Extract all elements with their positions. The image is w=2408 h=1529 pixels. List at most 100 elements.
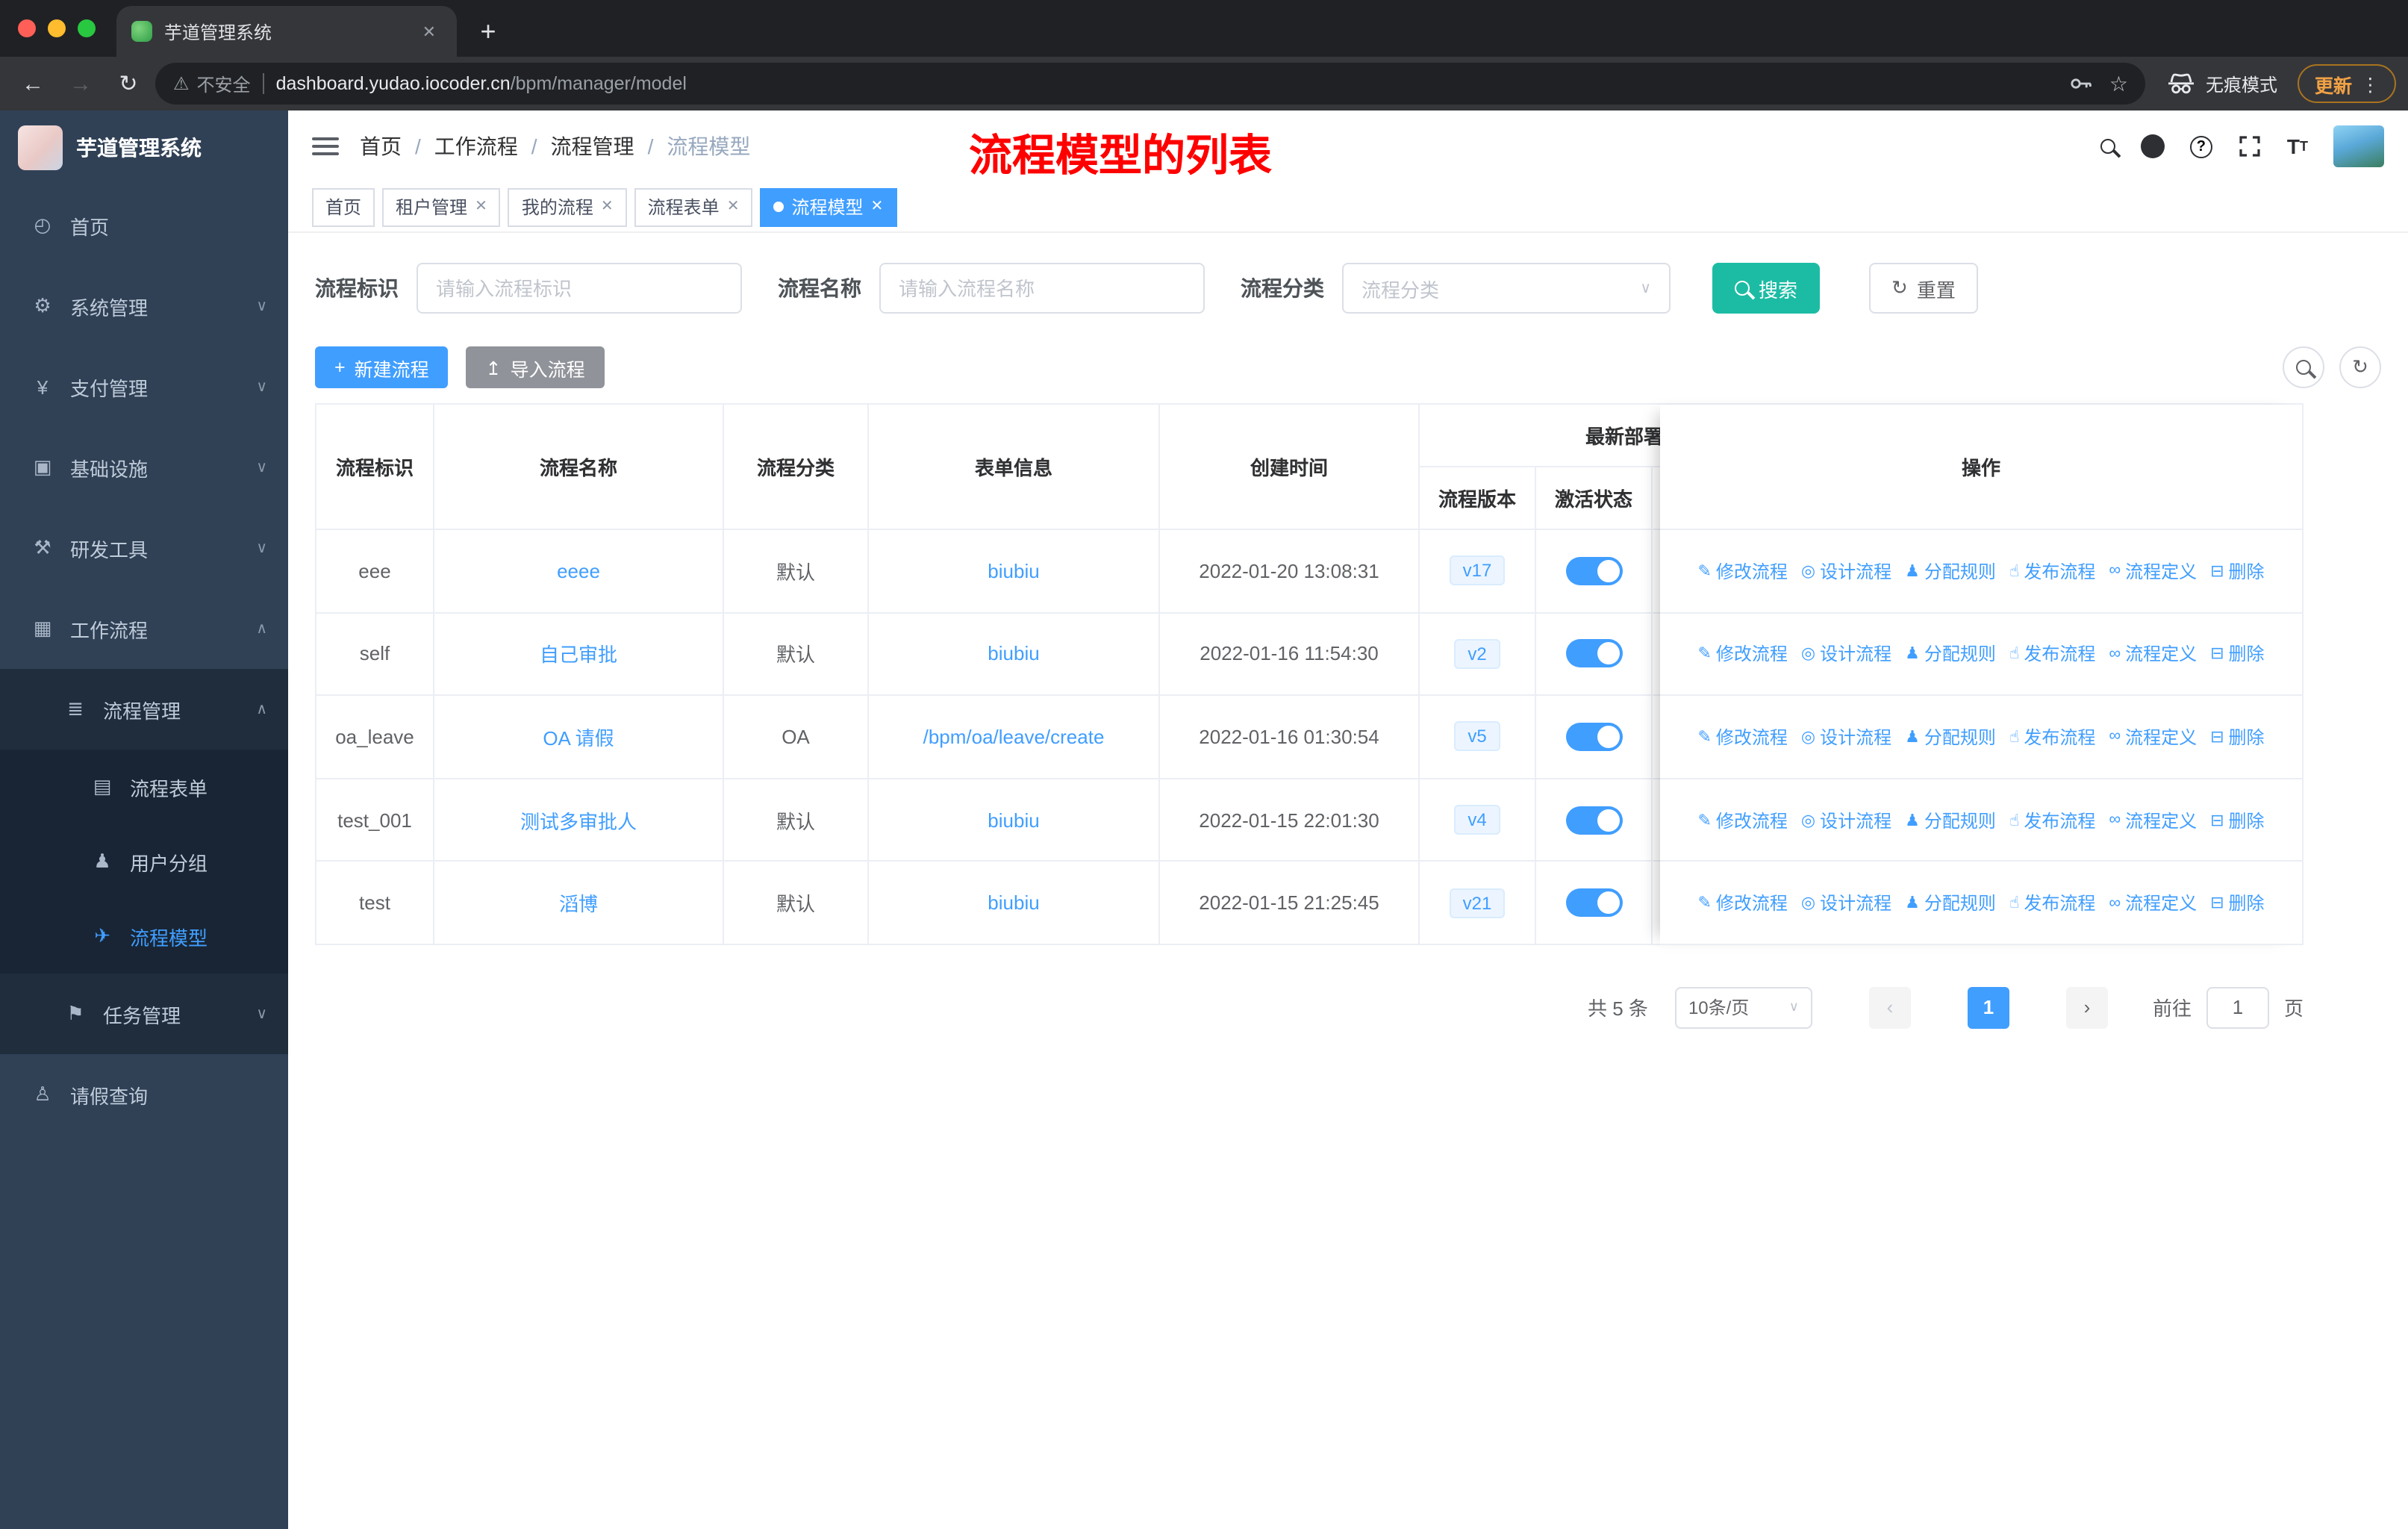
page-size-select[interactable]: 10条/页 ∨	[1674, 986, 1812, 1029]
sidebar-item-user-group[interactable]: ♟ 用户分组	[0, 824, 288, 899]
close-icon[interactable]: ✕	[727, 199, 740, 215]
edit-process-link[interactable]: ✎ 修改流程	[1697, 890, 1787, 915]
edit-process-link[interactable]: ✎ 修改流程	[1697, 558, 1787, 584]
create-process-button[interactable]: + 新建流程	[315, 346, 449, 388]
edit-process-link[interactable]: ✎ 修改流程	[1697, 724, 1787, 750]
active-toggle[interactable]	[1565, 556, 1622, 585]
browser-tab[interactable]: 芋道管理系统 ✕	[116, 6, 457, 57]
reload-button[interactable]: ↻	[107, 63, 149, 105]
logo-row[interactable]: 芋道管理系统	[0, 110, 288, 185]
active-toggle[interactable]	[1565, 639, 1622, 668]
minimize-window-button[interactable]	[48, 19, 66, 37]
edit-process-link[interactable]: ✎ 修改流程	[1697, 807, 1787, 832]
design-process-link[interactable]: ◎ 设计流程	[1801, 558, 1891, 584]
process-id-input[interactable]	[417, 263, 742, 314]
next-page-button[interactable]: ›	[2065, 986, 2108, 1029]
process-definition-link[interactable]: ∞ 流程定义	[2109, 558, 2197, 584]
design-process-link[interactable]: ◎ 设计流程	[1801, 641, 1891, 667]
refresh-button[interactable]: ↻	[2339, 346, 2381, 388]
category-select[interactable]: 流程分类 ∨	[1342, 263, 1671, 314]
prev-page-button[interactable]: ‹	[1868, 986, 1911, 1029]
form-link[interactable]: biubiu	[988, 643, 1039, 665]
assign-rule-link[interactable]: ♟ 分配规则	[1905, 641, 1996, 667]
reset-button[interactable]: ↻ 重置	[1869, 263, 1978, 314]
process-name-link[interactable]: 滔博	[559, 888, 598, 917]
key-icon[interactable]	[2068, 70, 2094, 97]
sidebar-item-infrastructure[interactable]: ▣ 基础设施 ∨	[0, 427, 288, 508]
back-button[interactable]: ←	[12, 63, 54, 105]
github-icon[interactable]	[2140, 134, 2165, 158]
sidebar-item-leave-query[interactable]: ♙ 请假查询	[0, 1054, 288, 1135]
publish-process-link[interactable]: ☝ 发布流程	[2009, 724, 2095, 750]
search-button[interactable]: 搜索	[1712, 263, 1821, 314]
new-tab-button[interactable]: +	[466, 9, 511, 54]
process-name-link[interactable]: 自己审批	[540, 640, 617, 668]
tag-process-form[interactable]: 流程表单 ✕	[634, 187, 753, 226]
search-icon[interactable]	[2100, 139, 2115, 154]
import-process-button[interactable]: ↥ 导入流程	[466, 346, 605, 388]
url-bar[interactable]: ⚠ 不安全 dashboard.yudao.iocoder.cn/bpm/man…	[155, 63, 2146, 105]
delete-link[interactable]: ⊟ 删除	[2210, 890, 2264, 915]
sidebar-item-task-management[interactable]: ⚑ 任务管理 ∨	[0, 974, 288, 1054]
edit-process-link[interactable]: ✎ 修改流程	[1697, 641, 1787, 667]
close-icon[interactable]: ✕	[601, 199, 614, 215]
breadcrumb-workflow[interactable]: 工作流程	[434, 131, 518, 161]
process-definition-link[interactable]: ∞ 流程定义	[2109, 724, 2197, 750]
sidebar-item-home[interactable]: ◴ 首页	[0, 185, 288, 266]
browser-menu-icon[interactable]: ⋮	[2361, 72, 2380, 95]
sidebar-item-system[interactable]: ⚙ 系统管理 ∨	[0, 266, 288, 346]
collapse-sidebar-icon[interactable]	[312, 137, 339, 155]
process-name-input[interactable]	[879, 263, 1205, 314]
breadcrumb-home[interactable]: 首页	[360, 131, 402, 161]
security-chip[interactable]: ⚠ 不安全	[173, 71, 251, 96]
design-process-link[interactable]: ◎ 设计流程	[1801, 807, 1891, 832]
form-link[interactable]: /bpm/oa/leave/create	[923, 726, 1105, 748]
zoom-window-button[interactable]	[78, 19, 96, 37]
form-link[interactable]: biubiu	[988, 891, 1039, 914]
sidebar-item-devtools[interactable]: ⚒ 研发工具 ∨	[0, 508, 288, 588]
tab-close-icon[interactable]: ✕	[417, 19, 442, 44]
sidebar-item-workflow[interactable]: ▦ 工作流程 ∧	[0, 588, 288, 669]
sidebar-item-process-model[interactable]: ✈ 流程模型	[0, 899, 288, 974]
tag-process-model[interactable]: 流程模型 ✕	[760, 187, 897, 226]
show-search-button[interactable]	[2283, 346, 2324, 388]
tag-home[interactable]: 首页	[312, 187, 375, 226]
close-icon[interactable]: ✕	[475, 199, 487, 215]
assign-rule-link[interactable]: ♟ 分配规则	[1905, 558, 1996, 584]
assign-rule-link[interactable]: ♟ 分配规则	[1905, 890, 1996, 915]
delete-link[interactable]: ⊟ 删除	[2210, 724, 2264, 750]
close-window-button[interactable]	[18, 19, 36, 37]
process-definition-link[interactable]: ∞ 流程定义	[2109, 641, 2197, 667]
avatar[interactable]	[2333, 125, 2384, 167]
page-1-button[interactable]: 1	[1967, 986, 2009, 1029]
forward-button[interactable]: →	[60, 63, 102, 105]
delete-link[interactable]: ⊟ 删除	[2210, 807, 2264, 832]
process-name-link[interactable]: OA 请假	[543, 723, 614, 751]
form-link[interactable]: biubiu	[988, 560, 1039, 582]
font-size-icon[interactable]: TT	[2287, 134, 2308, 158]
breadcrumb-process-management[interactable]: 流程管理	[551, 131, 634, 161]
design-process-link[interactable]: ◎ 设计流程	[1801, 724, 1891, 750]
process-name-link[interactable]: eeee	[557, 560, 600, 582]
help-icon[interactable]: ?	[2189, 135, 2212, 158]
active-toggle[interactable]	[1565, 722, 1622, 751]
bookmark-star-icon[interactable]: ☆	[2109, 71, 2128, 96]
process-name-link[interactable]: 测试多审批人	[520, 806, 637, 834]
delete-link[interactable]: ⊟ 删除	[2210, 558, 2264, 584]
tag-my-process[interactable]: 我的流程 ✕	[508, 187, 627, 226]
active-toggle[interactable]	[1565, 888, 1622, 918]
assign-rule-link[interactable]: ♟ 分配规则	[1905, 807, 1996, 832]
close-icon[interactable]: ✕	[871, 199, 884, 215]
assign-rule-link[interactable]: ♟ 分配规则	[1905, 724, 1996, 750]
process-definition-link[interactable]: ∞ 流程定义	[2109, 807, 2197, 832]
publish-process-link[interactable]: ☝ 发布流程	[2009, 641, 2095, 667]
design-process-link[interactable]: ◎ 设计流程	[1801, 890, 1891, 915]
form-link[interactable]: biubiu	[988, 809, 1039, 831]
publish-process-link[interactable]: ☝ 发布流程	[2009, 890, 2095, 915]
sidebar-item-payment[interactable]: ¥ 支付管理 ∨	[0, 346, 288, 427]
sidebar-item-process-management[interactable]: ≣ 流程管理 ∧	[0, 669, 288, 750]
process-definition-link[interactable]: ∞ 流程定义	[2109, 890, 2197, 915]
publish-process-link[interactable]: ☝ 发布流程	[2009, 807, 2095, 832]
update-button[interactable]: 更新 ⋮	[2298, 64, 2396, 103]
sidebar-item-process-form[interactable]: ▤ 流程表单	[0, 750, 288, 824]
